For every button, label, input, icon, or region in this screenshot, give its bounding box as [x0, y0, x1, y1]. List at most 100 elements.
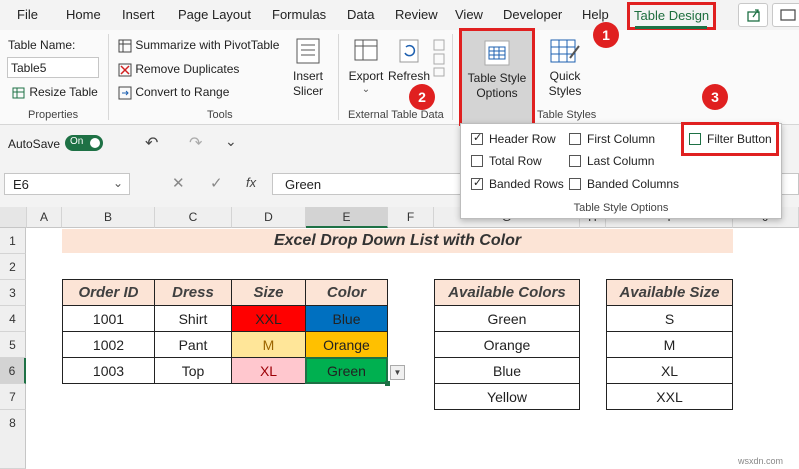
insert-function-icon[interactable]: fx	[246, 175, 256, 190]
tab-file[interactable]: File	[17, 7, 38, 22]
col-header-e[interactable]: E	[306, 207, 388, 228]
cell-size[interactable]: XXL	[231, 305, 306, 332]
name-box[interactable]: E6 ⌄	[4, 173, 130, 195]
header-order-id[interactable]: Order ID	[62, 279, 155, 306]
row-header-2[interactable]: 2	[0, 254, 26, 280]
option-total-row[interactable]: Total Row	[471, 154, 542, 168]
header-size[interactable]: Size	[231, 279, 306, 306]
share-button[interactable]	[738, 3, 768, 27]
cell-size[interactable]: XL	[231, 357, 306, 384]
header-available-colors[interactable]: Available Colors	[434, 279, 580, 306]
dropdown-arrow-button[interactable]: ▼	[390, 365, 405, 380]
insert-slicer-label-2: Slicer	[292, 84, 323, 98]
option-first-column-label: First Column	[587, 132, 656, 146]
comments-button[interactable]	[772, 3, 799, 27]
row-header-4[interactable]: 4	[0, 306, 26, 332]
checkbox-unchecked-icon	[569, 178, 581, 190]
tab-data[interactable]: Data	[347, 7, 374, 22]
row-header-7[interactable]: 7	[0, 384, 26, 410]
option-last-column[interactable]: Last Column	[569, 154, 654, 168]
sheet-title[interactable]: Excel Drop Down List with Color	[62, 229, 733, 253]
callout-box-table-style-options	[459, 28, 535, 126]
resize-table-label: Resize Table	[29, 85, 98, 99]
header-color[interactable]: Color	[305, 279, 388, 306]
quick-styles-label-2: Styles	[548, 84, 582, 98]
tab-developer[interactable]: Developer	[503, 7, 562, 22]
enter-icon[interactable]: ✓	[210, 174, 223, 192]
resize-table-button[interactable]: Resize Table	[12, 85, 98, 100]
col-header-b[interactable]: B	[62, 207, 155, 228]
quick-styles-icon	[550, 39, 580, 63]
tab-insert[interactable]: Insert	[122, 7, 155, 22]
cell-dress[interactable]: Shirt	[154, 305, 232, 332]
group-properties-label: Properties	[28, 109, 79, 121]
group-table-styles-label: Table Styles	[537, 109, 597, 121]
quick-styles-button[interactable]: Quick Styles	[540, 34, 590, 106]
fill-handle[interactable]	[385, 381, 390, 386]
row-header-6[interactable]: 6	[0, 358, 26, 384]
name-box-dropdown-icon[interactable]: ⌄	[113, 176, 123, 190]
autosave-label: AutoSave	[8, 137, 61, 151]
option-first-column[interactable]: First Column	[569, 132, 655, 146]
row-header-3[interactable]: 3	[0, 280, 26, 306]
tab-review[interactable]: Review	[395, 7, 438, 22]
cancel-icon[interactable]: ✕	[172, 174, 185, 192]
available-size-item[interactable]: S	[606, 305, 733, 332]
cell-dress[interactable]: Pant	[154, 331, 232, 358]
col-header-a[interactable]: A	[27, 207, 62, 228]
option-banded-rows-label: Banded Rows	[489, 177, 564, 191]
option-last-column-label: Last Column	[587, 154, 655, 168]
tab-help[interactable]: Help	[582, 7, 609, 22]
cell-color[interactable]: Orange	[305, 331, 388, 358]
available-color-item[interactable]: Orange	[434, 331, 580, 358]
checkbox-unchecked-icon	[471, 155, 483, 167]
col-header-c[interactable]: C	[155, 207, 232, 228]
group-divider	[452, 34, 453, 120]
available-size-item[interactable]: M	[606, 331, 733, 358]
option-banded-columns[interactable]: Banded Columns	[569, 177, 679, 191]
select-all-corner[interactable]	[0, 207, 27, 228]
row-header-1[interactable]: 1	[0, 228, 26, 254]
header-available-size[interactable]: Available Size	[606, 279, 733, 306]
comment-icon	[780, 9, 796, 21]
cell-order-id[interactable]: 1002	[62, 331, 155, 358]
available-color-item[interactable]: Blue	[434, 357, 580, 384]
cell-size[interactable]: M	[231, 331, 306, 358]
summarize-pivottable-button[interactable]: Summarize with PivotTable	[118, 38, 279, 53]
option-banded-rows[interactable]: Banded Rows	[471, 176, 564, 191]
export-dropdown-icon: ⌄	[361, 84, 371, 95]
available-color-item[interactable]: Green	[434, 305, 580, 332]
cell-color[interactable]: Blue	[305, 305, 388, 332]
tab-formulas[interactable]: Formulas	[272, 7, 326, 22]
cell-dress[interactable]: Top	[154, 357, 232, 384]
table-name-input[interactable]: Table5	[7, 57, 99, 78]
option-header-row[interactable]: Header Row	[471, 131, 556, 146]
col-header-d[interactable]: D	[232, 207, 306, 228]
available-size-item[interactable]: XXL	[606, 383, 733, 410]
insert-slicer-button[interactable]: Insert Slicer	[288, 34, 328, 106]
convert-to-range-button[interactable]: Convert to Range	[118, 85, 229, 100]
row-header-5[interactable]: 5	[0, 332, 26, 358]
undo-icon[interactable]: ↶	[145, 133, 158, 153]
tab-home[interactable]: Home	[66, 7, 101, 22]
redo-icon[interactable]: ↷	[189, 133, 202, 153]
tab-table-design[interactable]: Table Design	[627, 2, 716, 30]
group-divider	[338, 34, 339, 120]
export-icon	[354, 39, 378, 61]
available-color-item[interactable]: Yellow	[434, 383, 580, 410]
tab-view[interactable]: View	[455, 7, 483, 22]
cell-order-id[interactable]: 1001	[62, 305, 155, 332]
remove-duplicates-button[interactable]: Remove Duplicates	[118, 62, 239, 77]
export-button[interactable]: Export ⌄	[345, 34, 387, 106]
header-dress[interactable]: Dress	[154, 279, 232, 306]
resize-table-icon	[12, 87, 25, 99]
customize-qat-icon[interactable]: ⌄	[225, 133, 237, 150]
cell-order-id[interactable]: 1003	[62, 357, 155, 384]
cell-color-selected[interactable]: Green	[305, 357, 388, 384]
available-size-item[interactable]: XL	[606, 357, 733, 384]
row-header-8[interactable]: 8	[0, 410, 26, 469]
group-tools-label: Tools	[207, 109, 233, 121]
tab-page-layout[interactable]: Page Layout	[178, 7, 251, 22]
autosave-toggle[interactable]: On	[65, 135, 103, 151]
col-header-f[interactable]: F	[388, 207, 434, 228]
